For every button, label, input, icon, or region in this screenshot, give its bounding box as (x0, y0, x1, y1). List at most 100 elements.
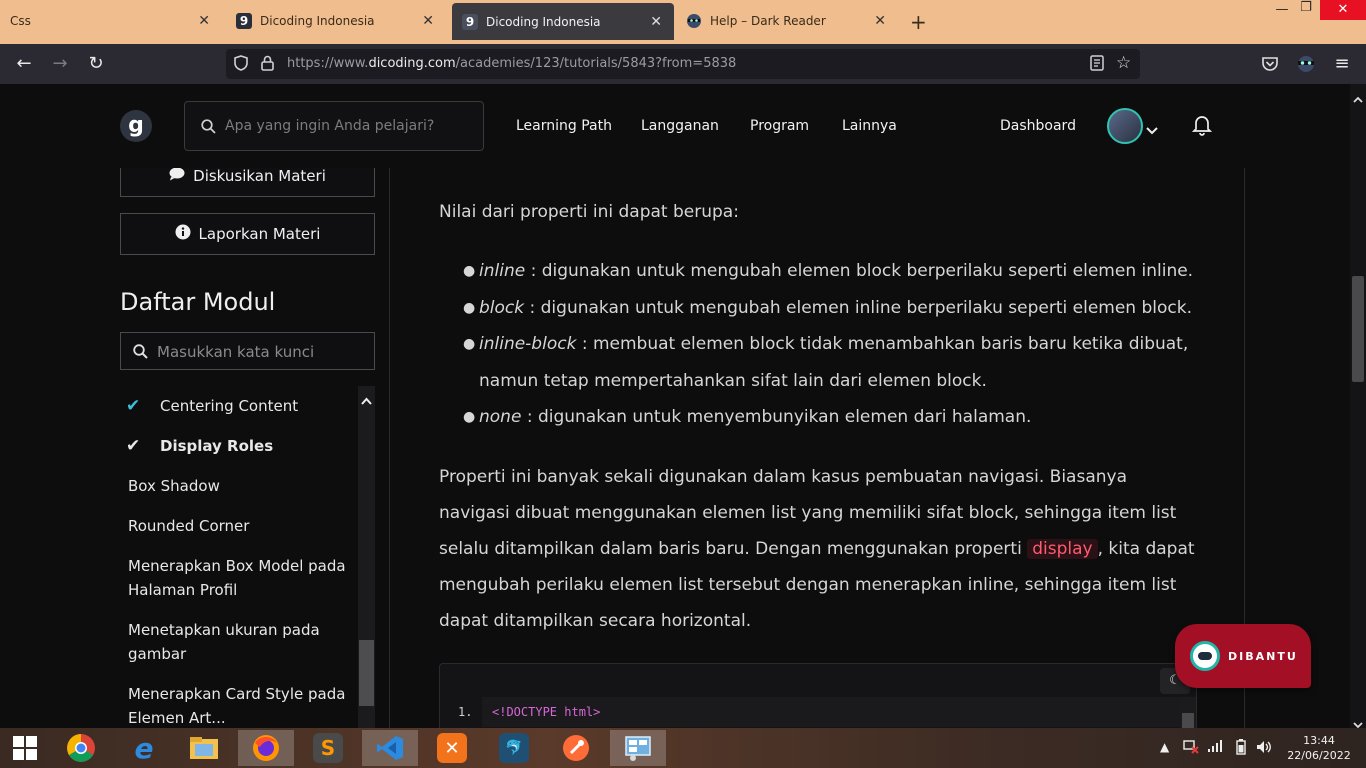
maximize-icon[interactable]: ❐ (1296, 0, 1316, 20)
dibantu-label: DIBANTU (1228, 649, 1298, 663)
module-list-scrollbar[interactable] (358, 386, 375, 728)
module-item-label: Box Shadow (128, 477, 220, 495)
list-item: ● inline-block : membuat elemen block tid… (463, 326, 1199, 399)
sublime-icon[interactable]: S (300, 730, 356, 766)
nav-dashboard[interactable]: Dashboard (1000, 118, 1076, 134)
scrollbar-thumb[interactable] (1182, 713, 1194, 728)
site-header: g Learning Path Langganan Program Lainny… (0, 84, 1350, 168)
xampp-icon[interactable]: ✕ (424, 730, 480, 766)
list-desc: : digunakan untuk mengubah elemen inline… (524, 298, 1193, 318)
windows-taskbar: e S ✕ 🐬 ▲ 13:44 22/06/2022 (0, 728, 1366, 768)
code-text: <!DOCTYPE html> (492, 705, 601, 719)
info-icon (175, 224, 191, 244)
code-scrollbar[interactable] (1180, 697, 1196, 728)
inline-code: display (1027, 539, 1098, 559)
volume-icon[interactable] (1256, 739, 1272, 758)
shield-icon[interactable] (234, 55, 248, 75)
tab-css[interactable]: Css ✕ (0, 2, 222, 40)
system-clock[interactable]: 13:44 22/06/2022 (1284, 733, 1354, 763)
lock-icon[interactable] (261, 55, 274, 75)
close-tab-icon[interactable]: ✕ (650, 14, 662, 30)
site-search-box[interactable] (184, 101, 484, 151)
list-desc-line2: namun tetap mempertahankan sifat lain da… (479, 370, 987, 391)
dicoding-icon: 9 (462, 13, 478, 30)
site-search-input[interactable] (225, 116, 475, 136)
reload-icon[interactable]: ↻ (84, 52, 108, 76)
mysql-workbench-icon[interactable]: 🐬 (486, 730, 542, 766)
tab-dicoding-1[interactable]: 9 Dicoding Indonesia ✕ (224, 2, 446, 40)
avatar[interactable] (1107, 108, 1143, 144)
close-tab-icon[interactable]: ✕ (874, 13, 886, 29)
firefox-icon[interactable] (238, 730, 294, 766)
tab-dicoding-active[interactable]: 9 Dicoding Indonesia ✕ (452, 3, 674, 40)
start-icon[interactable] (0, 730, 50, 766)
chat-bubble-icon (169, 168, 185, 185)
module-item-rounded-corner[interactable]: Rounded Corner (120, 514, 358, 538)
discuss-button[interactable]: Diskusikan Materi (120, 168, 375, 197)
module-item-label-line2: gambar (128, 645, 187, 663)
body-paragraph: Properti ini banyak sekali digunakan dal… (439, 459, 1199, 639)
list-item: ● block : digunakan untuk mengubah elemen… (463, 290, 1199, 327)
ie-icon[interactable]: e (116, 730, 172, 766)
module-item-display-roles[interactable]: ✔ Display Roles (120, 434, 358, 458)
url-text[interactable]: https://www.dicoding.com/academies/123/t… (287, 56, 736, 71)
scroll-up-icon[interactable] (1353, 88, 1363, 107)
nav-langganan[interactable]: Langganan (641, 118, 719, 134)
bell-icon[interactable] (1191, 114, 1213, 140)
reader-view-icon[interactable] (1090, 55, 1104, 75)
module-search-box[interactable] (120, 332, 375, 370)
close-tab-icon[interactable]: ✕ (422, 13, 434, 29)
tab-dark-reader[interactable]: Help – Dark Reader ✕ (676, 2, 898, 40)
minimize-icon[interactable]: — (1272, 2, 1292, 22)
bullet-icon: ● (463, 336, 476, 352)
paragraph-line: Properti ini banyak sekali digunakan dal… (439, 467, 1128, 487)
close-tab-icon[interactable]: ✕ (198, 13, 210, 29)
close-window-icon[interactable]: ✕ (1320, 0, 1366, 20)
module-item-label-line2: Elemen Art... (128, 709, 226, 727)
dibantu-chat-button[interactable]: DIBANTU (1175, 624, 1311, 688)
page-scrollbar[interactable] (1350, 84, 1366, 729)
module-item-label: Display Roles (160, 437, 274, 455)
tray-expand-icon[interactable]: ▲ (1160, 740, 1169, 754)
scroll-up-icon[interactable] (361, 390, 372, 409)
list-term: block (479, 298, 525, 318)
postman-icon[interactable] (548, 730, 604, 766)
nav-lainnya[interactable]: Lainnya (842, 118, 897, 134)
new-tab-icon[interactable]: + (910, 12, 927, 32)
battery-icon[interactable] (1236, 739, 1246, 758)
back-arrow-icon[interactable]: ← (12, 52, 36, 76)
signal-icon[interactable] (1207, 740, 1223, 755)
module-item-card-style[interactable]: Menerapkan Card Style pada Elemen Art... (120, 682, 358, 728)
nav-program[interactable]: Program (750, 118, 809, 134)
module-item-image-size[interactable]: Menetapkan ukuran pada gambar (120, 618, 358, 666)
report-button[interactable]: Laporkan Materi (120, 213, 375, 255)
article-content: Nilai dari properti ini dapat berupa: ● i… (391, 168, 1245, 728)
module-item-box-shadow[interactable]: Box Shadow (120, 474, 358, 498)
address-bar[interactable]: https://www.dicoding.com/academies/123/t… (226, 49, 1140, 79)
paragraph-line: navigasi dibuat menggunakan elemen list … (439, 503, 1177, 523)
dicoding-icon: 9 (236, 13, 252, 29)
hamburger-menu-icon[interactable]: ≡ (1330, 52, 1354, 76)
scrollbar-thumb[interactable] (1352, 276, 1364, 382)
chrome-icon[interactable] (53, 730, 109, 766)
discuss-label: Diskusikan Materi (193, 168, 326, 185)
control-panel-icon[interactable] (610, 730, 666, 766)
bullet-icon: ● (463, 300, 476, 316)
module-search-input[interactable] (157, 342, 367, 362)
vscode-icon[interactable] (362, 730, 418, 766)
bookmark-star-icon[interactable]: ☆ (1116, 53, 1131, 73)
dark-reader-extension-icon[interactable] (1296, 55, 1316, 77)
pocket-icon[interactable] (1261, 56, 1279, 76)
network-disconnected-icon[interactable] (1183, 738, 1199, 757)
list-term: inline-block (479, 334, 577, 354)
nav-learning-path[interactable]: Learning Path (516, 118, 612, 134)
module-item-label-line1: Menerapkan Card Style pada (128, 685, 346, 703)
url-path: /academies/123/tutorials/5843?from=5838 (455, 56, 737, 71)
explorer-icon[interactable] (176, 730, 232, 766)
module-item-centering-content[interactable]: ✔ Centering Content (120, 394, 358, 418)
dicoding-logo[interactable]: g (120, 110, 152, 142)
chevron-down-icon[interactable] (1146, 120, 1158, 139)
module-item-box-model-profile[interactable]: Menerapkan Box Model pada Halaman Profil (120, 554, 358, 602)
scrollbar-thumb[interactable] (359, 640, 374, 706)
forward-arrow-icon[interactable]: → (48, 52, 72, 76)
